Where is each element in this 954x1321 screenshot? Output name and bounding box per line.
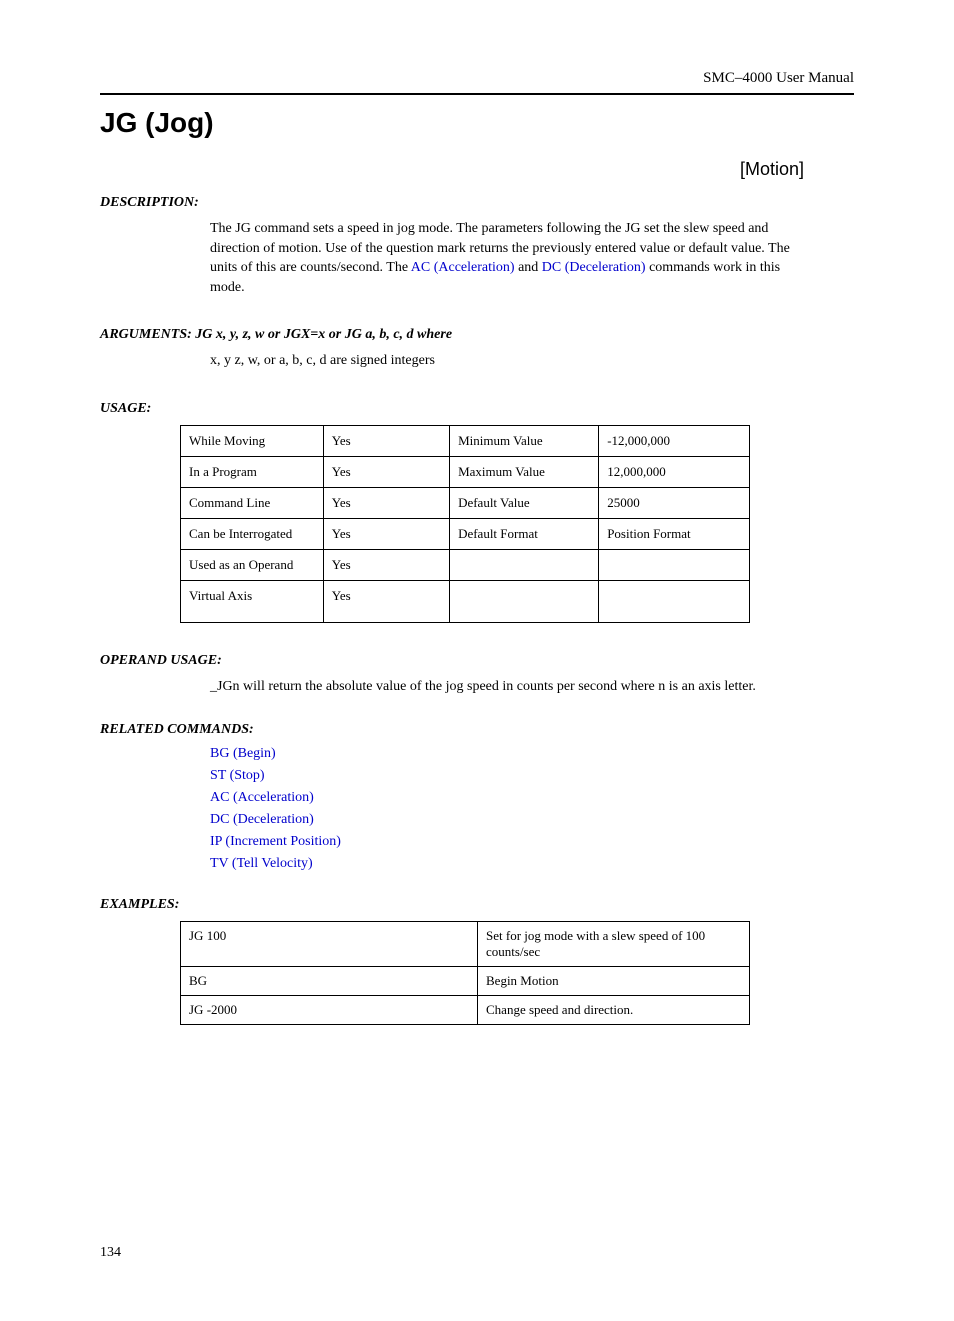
operand-label: OPERAND USAGE: — [100, 653, 854, 669]
usage-label: USAGE: — [100, 401, 854, 417]
usage-cell: -12,000,000 — [599, 425, 750, 456]
example-cmd: JG -2000 — [181, 995, 478, 1024]
table-row: Can be Interrogated Yes Default Format P… — [181, 518, 750, 549]
description-body: The JG command sets a speed in jog mode.… — [210, 219, 810, 297]
usage-cell: Can be Interrogated — [181, 518, 324, 549]
operand-body: _JGn will return the absolute value of t… — [210, 677, 810, 697]
usage-cell: Command Line — [181, 487, 324, 518]
table-row: BG Begin Motion — [181, 966, 750, 995]
example-desc: Begin Motion — [478, 966, 750, 995]
related-link[interactable]: ST (Stop) — [210, 768, 854, 784]
page-number: 134 — [100, 1245, 854, 1261]
usage-cell — [450, 580, 599, 622]
usage-cell: Default Format — [450, 518, 599, 549]
table-row: While Moving Yes Minimum Value -12,000,0… — [181, 425, 750, 456]
command-category: [Motion] — [100, 159, 804, 180]
usage-cell: While Moving — [181, 425, 324, 456]
desc-mid: and — [515, 260, 542, 275]
examples-label: EXAMPLES: — [100, 897, 854, 913]
related-link[interactable]: TV (Tell Velocity) — [210, 856, 854, 872]
usage-cell: 25000 — [599, 487, 750, 518]
usage-cell: Position Format — [599, 518, 750, 549]
usage-cell: 12,000,000 — [599, 456, 750, 487]
usage-table: While Moving Yes Minimum Value -12,000,0… — [180, 425, 750, 623]
command-title: JG (Jog) — [100, 107, 854, 139]
table-row: Used as an Operand Yes — [181, 549, 750, 580]
usage-cell: Yes — [323, 456, 449, 487]
table-row: JG 100 Set for jog mode with a slew spee… — [181, 921, 750, 966]
related-link[interactable]: AC (Acceleration) — [210, 790, 854, 806]
table-row: Command Line Yes Default Value 25000 — [181, 487, 750, 518]
table-row: JG -2000 Change speed and direction. — [181, 995, 750, 1024]
examples-table: JG 100 Set for jog mode with a slew spee… — [180, 921, 750, 1025]
table-row: In a Program Yes Maximum Value 12,000,00… — [181, 456, 750, 487]
ac-link[interactable]: AC (Acceleration) — [411, 260, 515, 275]
usage-cell — [599, 580, 750, 622]
manual-header: SMC–4000 User Manual — [100, 70, 854, 87]
usage-cell: Minimum Value — [450, 425, 599, 456]
table-row: Virtual Axis Yes — [181, 580, 750, 622]
related-link[interactable]: BG (Begin) — [210, 746, 854, 762]
usage-cell: In a Program — [181, 456, 324, 487]
usage-cell: Yes — [323, 580, 449, 622]
header-rule — [100, 93, 854, 95]
usage-cell: Yes — [323, 425, 449, 456]
usage-cell: Used as an Operand — [181, 549, 324, 580]
related-commands-list: BG (Begin) ST (Stop) AC (Acceleration) D… — [210, 746, 854, 872]
example-cmd: JG 100 — [181, 921, 478, 966]
arguments-label: ARGUMENTS: JG x, y, z, w or JGX=x or JG … — [100, 327, 854, 343]
usage-cell: Yes — [323, 549, 449, 580]
related-link[interactable]: DC (Deceleration) — [210, 812, 854, 828]
arguments-body: x, y z, w, or a, b, c, d are signed inte… — [210, 351, 810, 371]
related-label: RELATED COMMANDS: — [100, 722, 854, 738]
description-label: DESCRIPTION: — [100, 195, 854, 211]
usage-cell: Yes — [323, 518, 449, 549]
example-desc: Change speed and direction. — [478, 995, 750, 1024]
dc-link[interactable]: DC (Deceleration) — [542, 260, 646, 275]
usage-cell: Virtual Axis — [181, 580, 324, 622]
usage-cell: Maximum Value — [450, 456, 599, 487]
example-cmd: BG — [181, 966, 478, 995]
usage-cell — [450, 549, 599, 580]
usage-cell: Default Value — [450, 487, 599, 518]
usage-cell — [599, 549, 750, 580]
example-desc: Set for jog mode with a slew speed of 10… — [478, 921, 750, 966]
usage-cell: Yes — [323, 487, 449, 518]
related-link[interactable]: IP (Increment Position) — [210, 834, 854, 850]
